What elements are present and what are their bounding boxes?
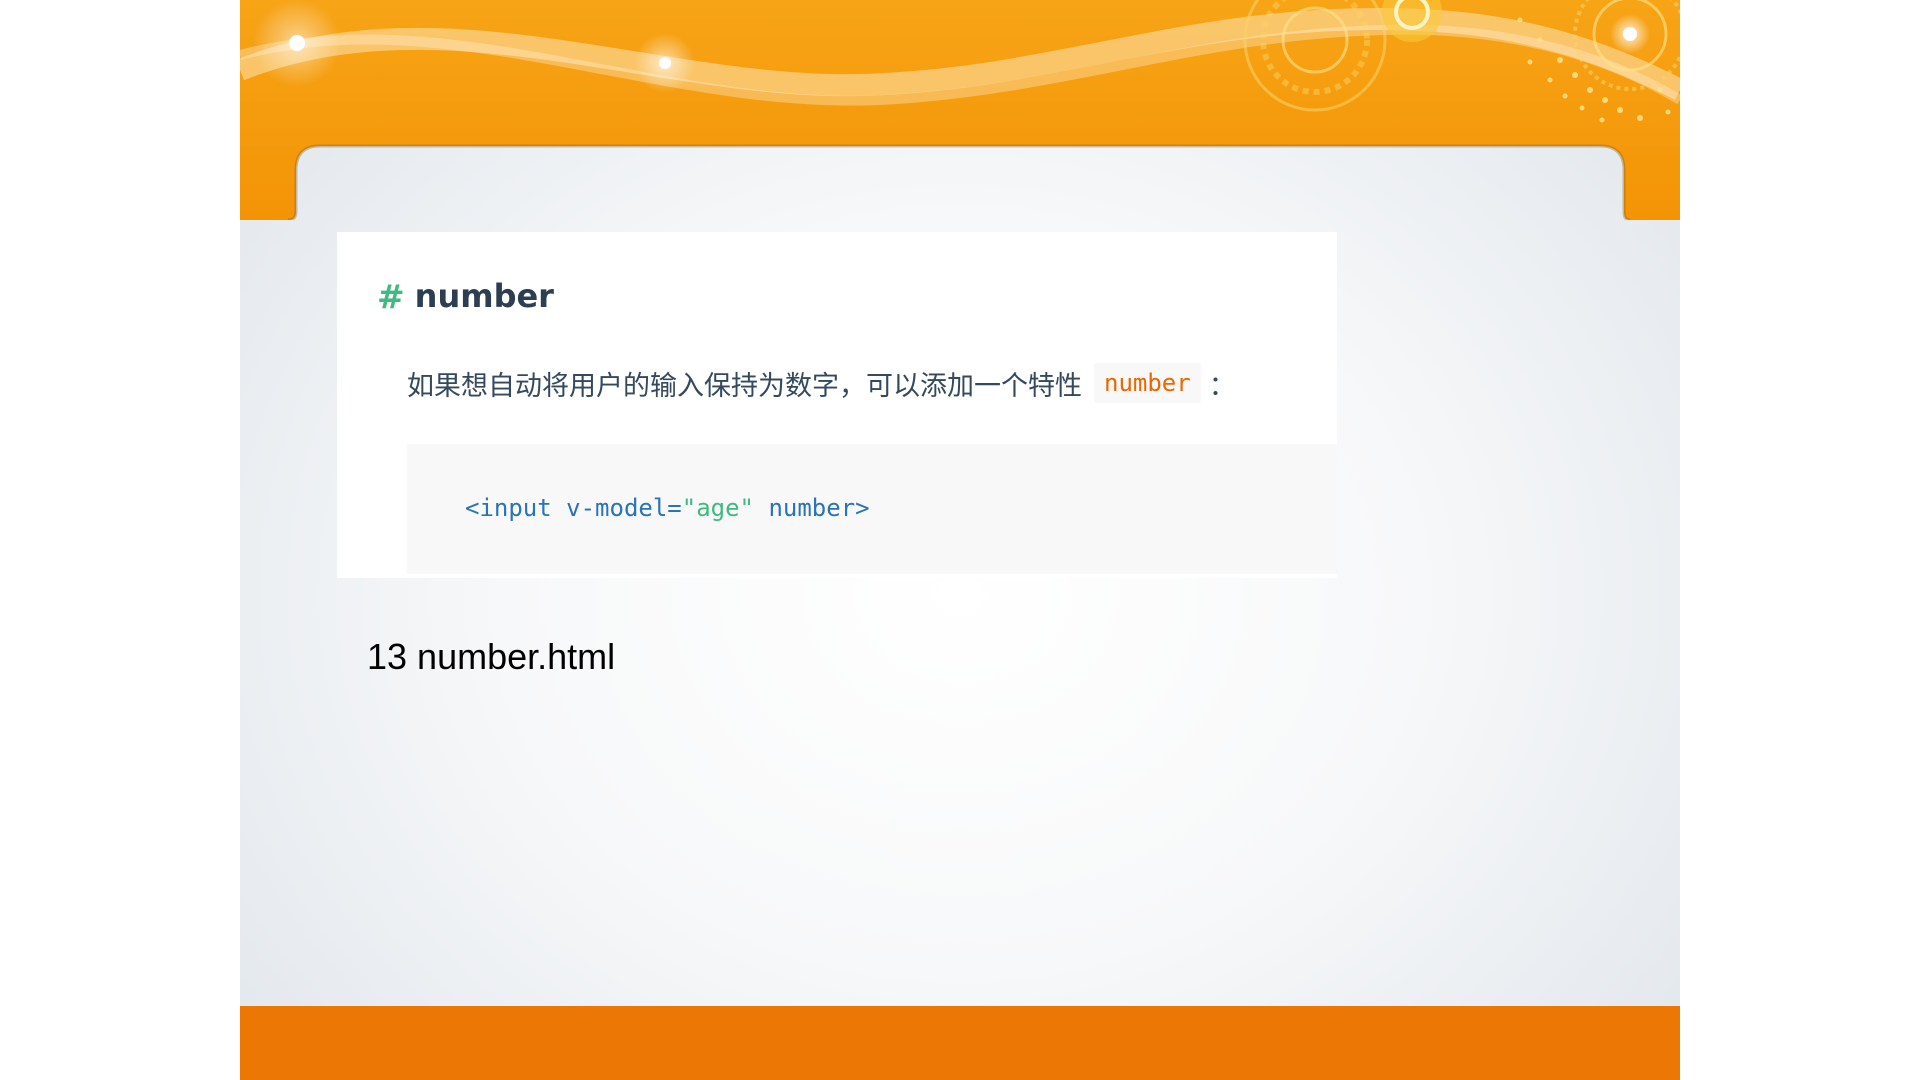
description-text: 如果想自动将用户的输入保持为数字，可以添加一个特性	[407, 370, 1082, 402]
code-attr-value: "age"	[681, 494, 754, 522]
doc-content-card: # number 如果想自动将用户的输入保持为数字，可以添加一个特性 numbe…	[337, 232, 1337, 578]
header-decoration	[240, 0, 1680, 220]
section-heading: # number	[377, 274, 554, 318]
inline-code: number	[1094, 363, 1201, 403]
header-banner	[240, 0, 1680, 220]
section-title: number	[414, 277, 554, 315]
description-paragraph: 如果想自动将用户的输入保持为数字，可以添加一个特性 number ：	[407, 360, 1236, 406]
code-block: <input v-model="age" number>	[407, 444, 1337, 574]
slide-caption: 13 number.html	[367, 636, 616, 677]
code-line: <input v-model="age" number>	[465, 494, 870, 522]
description-suffix: ：	[1208, 370, 1236, 402]
code-tag-close: number>	[754, 494, 870, 522]
slide: # number 如果想自动将用户的输入保持为数字，可以添加一个特性 numbe…	[240, 0, 1680, 1080]
anchor-hash-link[interactable]: #	[377, 277, 405, 316]
code-tag-open: <input v-model=	[465, 494, 682, 522]
footer-bar	[240, 1006, 1680, 1080]
